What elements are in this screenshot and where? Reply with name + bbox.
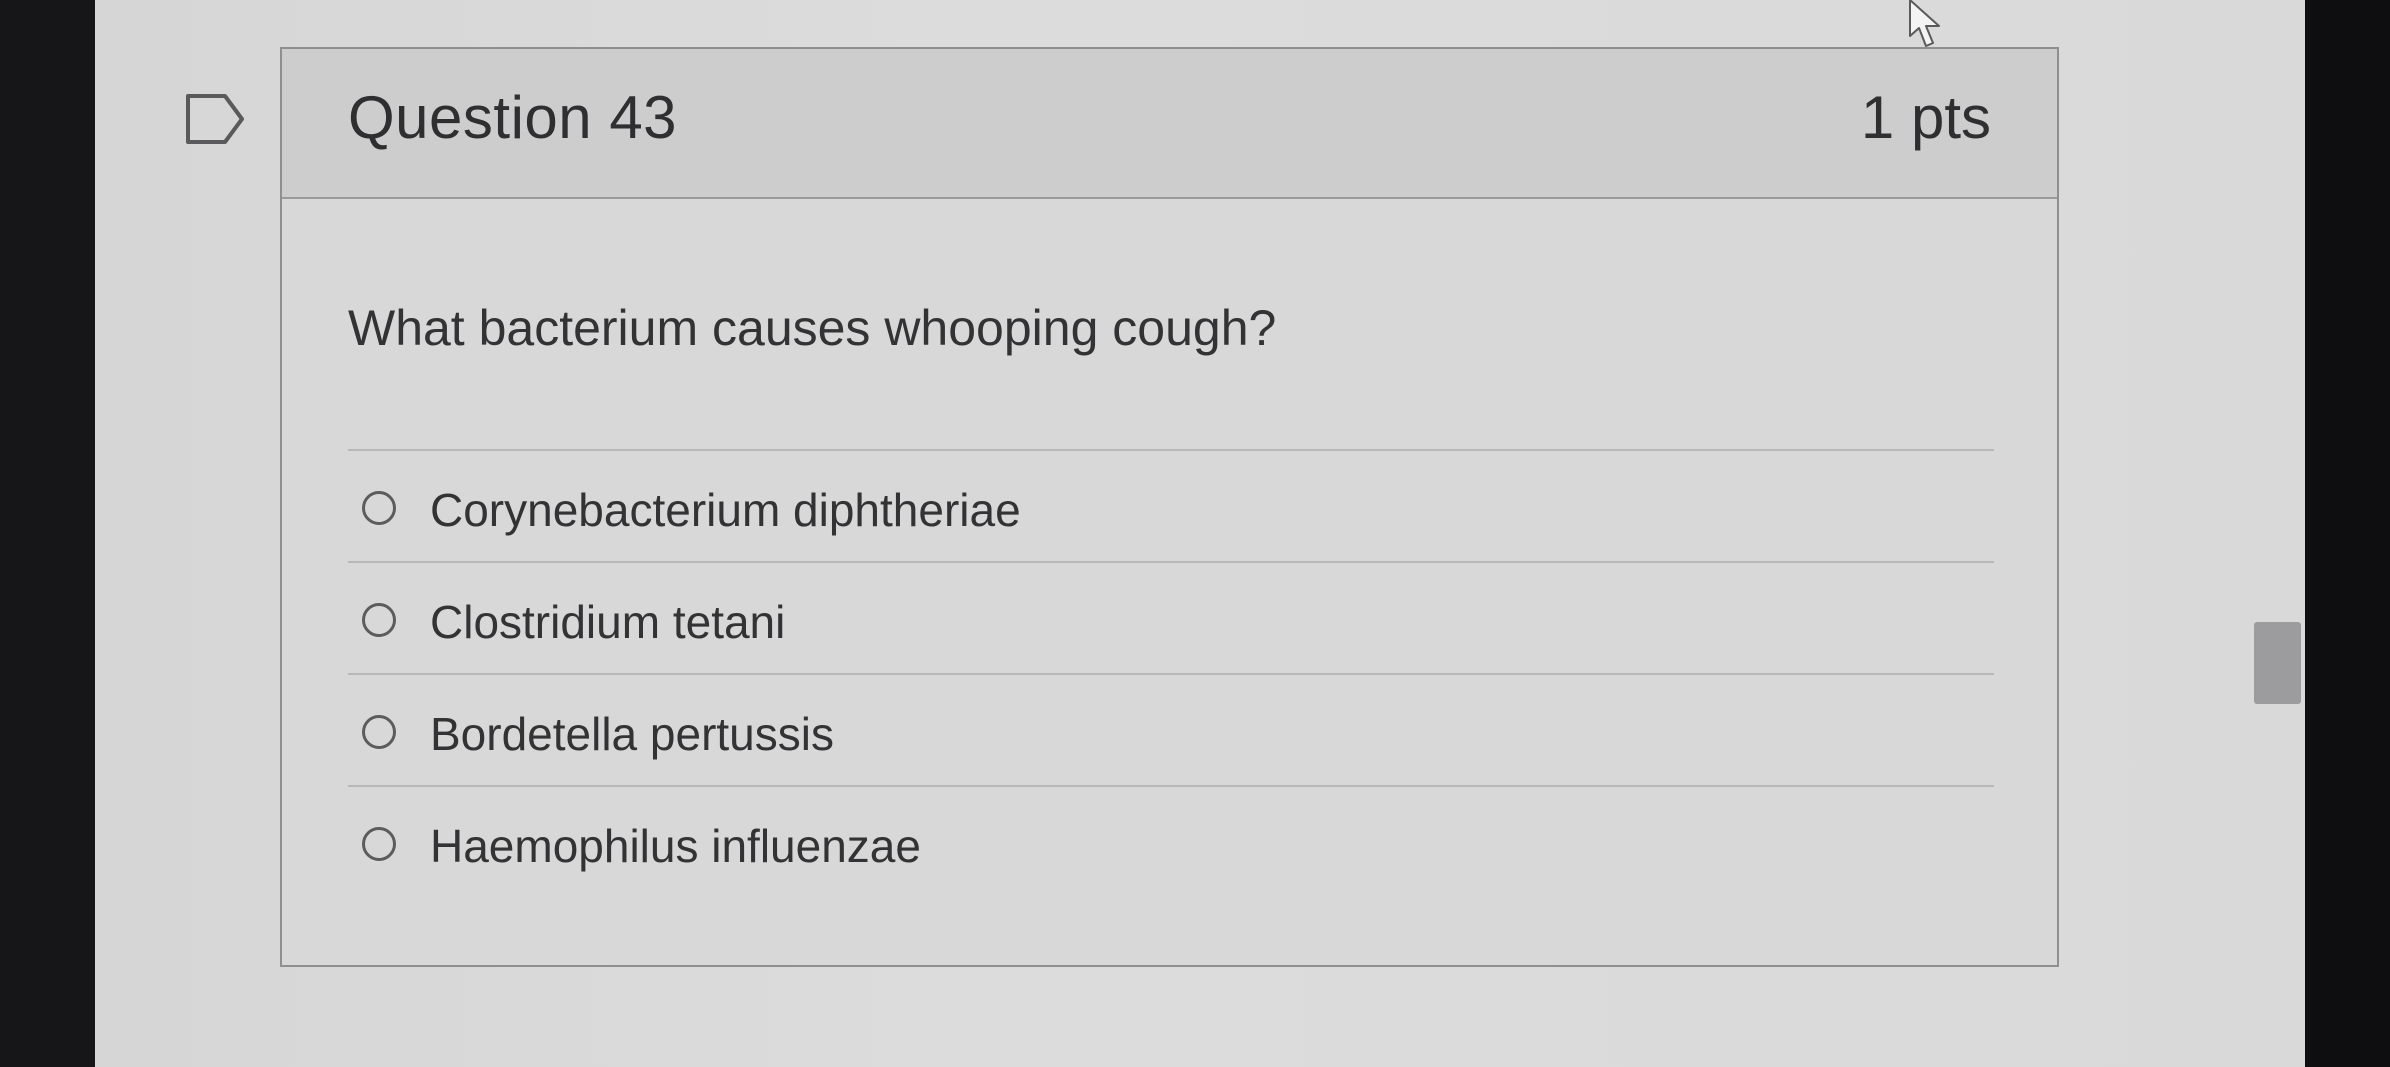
answer-option[interactable]: Clostridium tetani	[348, 561, 1994, 673]
screen: Question 43 1 pts What bacterium causes …	[0, 0, 2390, 1067]
answer-option[interactable]: Haemophilus influenzae	[348, 785, 1994, 897]
question-header: Question 43 1 pts	[282, 49, 2057, 199]
answer-label[interactable]: Haemophilus influenzae	[430, 819, 921, 873]
radio-button-icon[interactable]	[362, 827, 396, 861]
mouse-cursor-icon	[1909, 0, 1940, 47]
question-card: Question 43 1 pts What bacterium causes …	[280, 47, 2059, 967]
answer-option[interactable]: Bordetella pertussis	[348, 673, 1994, 785]
question-prompt: What bacterium causes whooping cough?	[348, 300, 1277, 356]
radio-button-icon[interactable]	[362, 603, 396, 637]
flag-question-icon[interactable]	[185, 93, 245, 145]
answer-list: Corynebacterium diphtheriae Clostridium …	[348, 449, 1994, 897]
scrollbar-thumb[interactable]	[2254, 622, 2301, 704]
answer-label[interactable]: Clostridium tetani	[430, 595, 785, 649]
screen-edge	[2305, 0, 2390, 1067]
question-points: 1 pts	[1860, 84, 1991, 151]
question-title: Question 43	[348, 84, 678, 151]
answer-label[interactable]: Bordetella pertussis	[430, 707, 834, 761]
radio-button-icon[interactable]	[362, 491, 396, 525]
radio-button-icon[interactable]	[362, 715, 396, 749]
answer-label[interactable]: Corynebacterium diphtheriae	[430, 483, 1021, 537]
answer-option[interactable]: Corynebacterium diphtheriae	[348, 449, 1994, 561]
